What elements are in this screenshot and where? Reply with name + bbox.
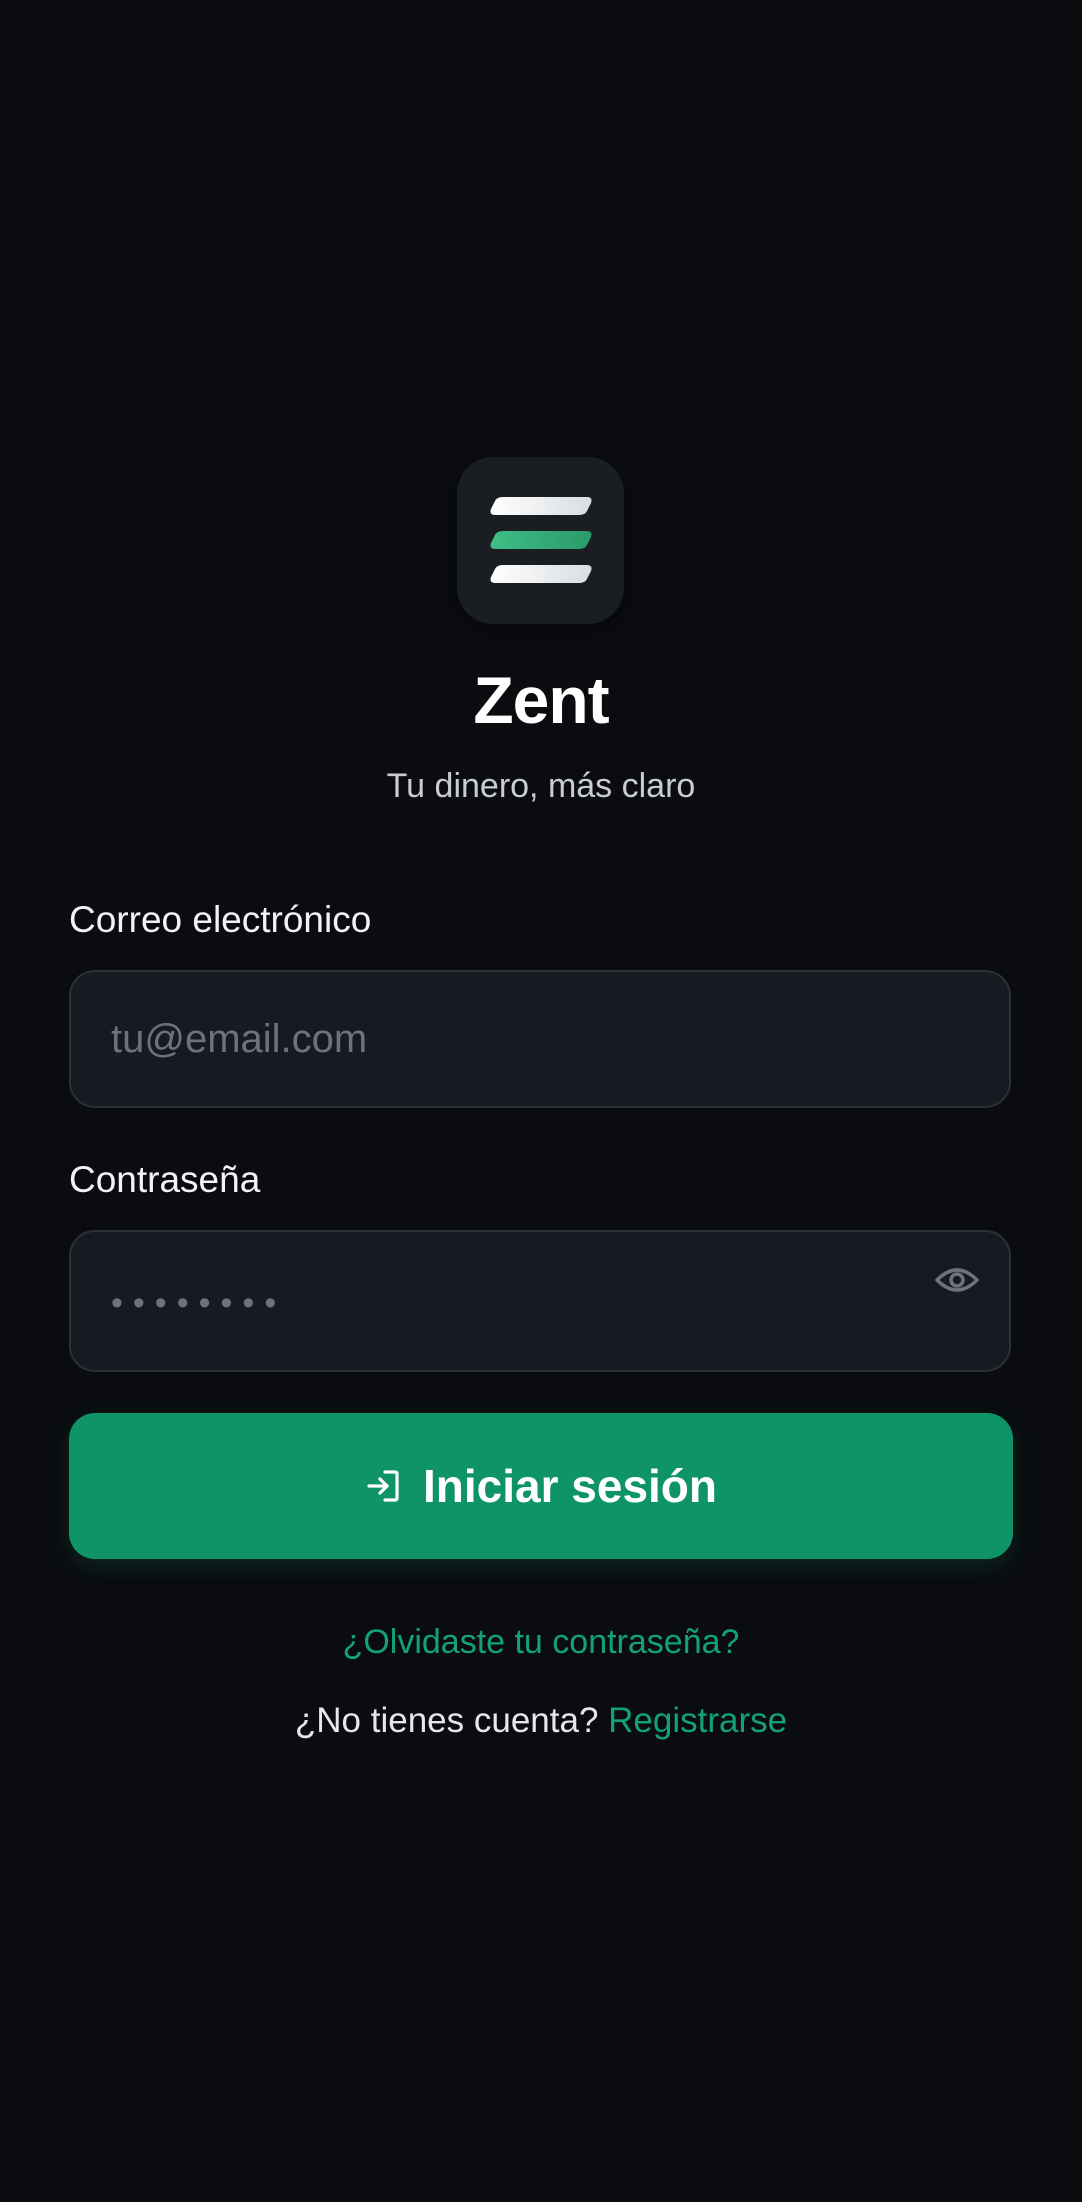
email-label: Correo electrónico xyxy=(69,899,372,940)
register-row: ¿No tienes cuenta? Registrarse xyxy=(0,1699,1082,1743)
stacked-bars-logo-icon xyxy=(490,497,592,583)
password-field-container[interactable] xyxy=(69,1230,1011,1372)
app-name: Zent xyxy=(473,663,609,737)
no-account-text: ¿No tienes cuenta? xyxy=(294,1701,599,1740)
login-arrow-icon xyxy=(367,1470,399,1502)
login-button[interactable]: Iniciar sesión xyxy=(69,1413,1013,1559)
password-label: Contraseña xyxy=(69,1159,261,1200)
app-logo xyxy=(457,457,624,624)
email-field[interactable] xyxy=(111,972,911,1106)
register-link[interactable]: Registrarse xyxy=(608,1701,787,1740)
email-field-container[interactable] xyxy=(69,970,1011,1108)
show-password-button[interactable] xyxy=(933,1256,981,1304)
login-screen: Zent Tu dinero, más claro Correo electró… xyxy=(0,0,1082,2202)
eye-icon xyxy=(935,1268,979,1292)
forgot-password-link[interactable]: ¿Olvidaste tu contraseña? xyxy=(343,1623,740,1661)
password-field[interactable] xyxy=(111,1232,911,1370)
forgot-password-row: ¿Olvidaste tu contraseña? xyxy=(0,1620,1082,1664)
login-button-label: Iniciar sesión xyxy=(422,1460,717,1512)
app-tagline: Tu dinero, más claro xyxy=(386,767,696,805)
